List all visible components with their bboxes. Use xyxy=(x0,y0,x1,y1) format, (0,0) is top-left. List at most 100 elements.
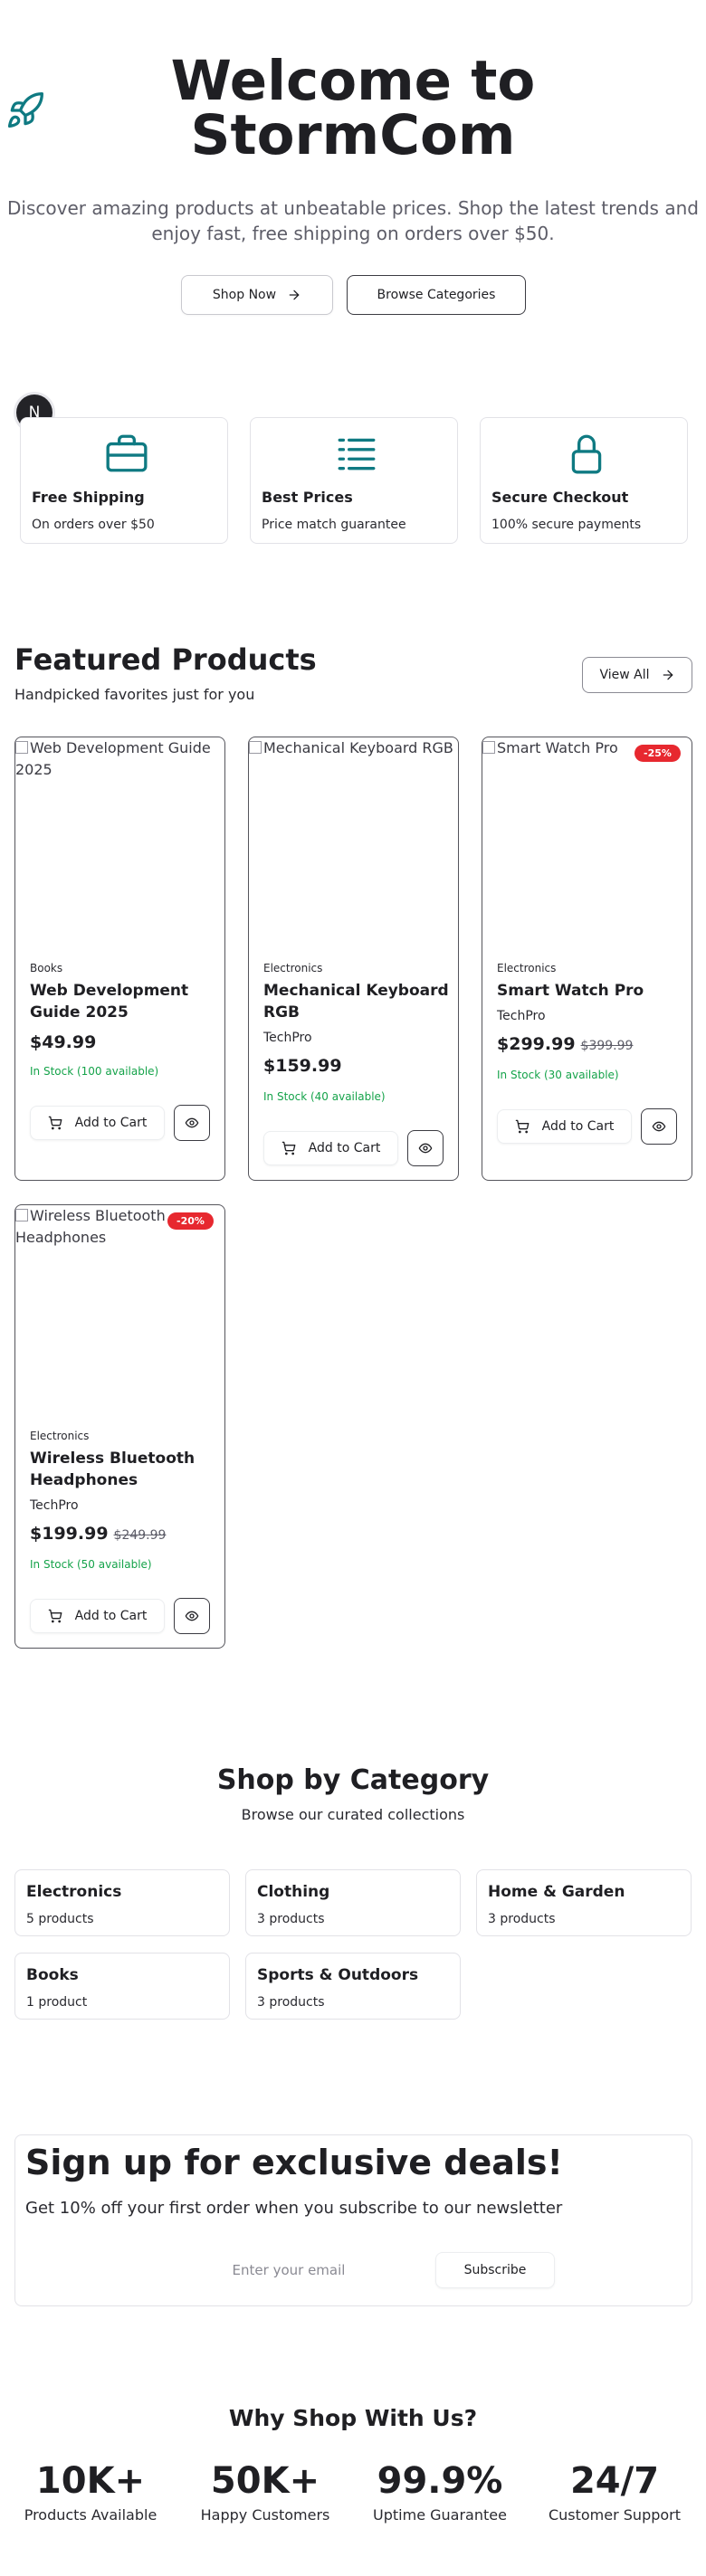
product-card[interactable]: Smart Watch Pro -25% Electronics Smart W… xyxy=(482,737,692,1181)
eye-icon xyxy=(185,1609,199,1623)
product-card[interactable]: Mechanical Keyboard RGB Electronics Mech… xyxy=(248,737,459,1181)
product-image[interactable]: Mechanical Keyboard RGB xyxy=(249,737,458,759)
shop-now-button[interactable]: Shop Now xyxy=(181,275,333,315)
original-price: $249.99 xyxy=(113,1528,167,1543)
hero-title: Welcome to StormCom xyxy=(170,49,536,167)
list-icon xyxy=(332,431,381,476)
stat-label: Customer Support xyxy=(548,2506,682,2524)
why-title: Why Shop With Us? xyxy=(228,2405,478,2431)
arrow-right-icon xyxy=(661,668,675,682)
arrow-right-icon xyxy=(287,288,301,302)
categories-title: Shop by Category xyxy=(216,1764,490,1796)
product-price: $299.99 $399.99 xyxy=(497,1034,634,1054)
add-to-cart-button[interactable]: Add to Cart xyxy=(30,1599,165,1633)
product-category: Electronics xyxy=(497,962,557,974)
quick-view-button[interactable] xyxy=(174,1105,210,1141)
stock-status: In Stock (50 available) xyxy=(30,1558,152,1571)
eye-icon xyxy=(652,1119,666,1134)
category-card-home-garden[interactable]: Home & Garden 3 products xyxy=(476,1869,692,1936)
category-count: 3 products xyxy=(488,1912,556,1926)
category-name: Sports & Outdoors xyxy=(257,1966,419,1984)
product-brand: TechPro xyxy=(497,1009,546,1023)
stat-label: Products Available xyxy=(24,2506,157,2524)
subscribe-button[interactable]: Subscribe xyxy=(435,2252,555,2288)
product-card[interactable]: Wireless Bluetooth Headphones -20% Elect… xyxy=(14,1204,225,1649)
category-count: 3 products xyxy=(257,1912,325,1926)
stat-label: Happy Customers xyxy=(200,2506,330,2524)
feature-card-shipping: Free Shipping On orders over $50 xyxy=(20,417,228,544)
product-category: Books xyxy=(30,962,63,974)
stat-uptime: 99.9% Uptime Guarantee xyxy=(354,2459,526,2524)
category-name: Home & Garden xyxy=(488,1883,625,1901)
product-card[interactable]: Web Development Guide 2025 Books Web Dev… xyxy=(14,737,225,1181)
discount-badge: -20% xyxy=(167,1212,214,1230)
view-all-label: View All xyxy=(599,668,650,682)
product-name[interactable]: Wireless Bluetooth Headphones xyxy=(30,1448,215,1491)
category-count: 5 products xyxy=(26,1912,94,1926)
discount-badge: -25% xyxy=(634,745,681,762)
browse-categories-button[interactable]: Browse Categories xyxy=(347,275,526,315)
quick-view-button[interactable] xyxy=(407,1130,444,1166)
feature-subtitle: Price match guarantee xyxy=(262,518,406,532)
stock-status: In Stock (40 available) xyxy=(263,1090,386,1103)
product-brand: TechPro xyxy=(30,1498,79,1513)
product-name[interactable]: Web Development Guide 2025 xyxy=(30,980,215,1023)
cart-icon xyxy=(281,1141,296,1155)
stat-label: Uptime Guarantee xyxy=(373,2506,507,2524)
product-name[interactable]: Smart Watch Pro xyxy=(497,980,682,1002)
eye-icon xyxy=(185,1116,199,1130)
feature-title: Best Prices xyxy=(262,489,353,506)
add-to-cart-button[interactable]: Add to Cart xyxy=(263,1131,398,1165)
original-price: $399.99 xyxy=(580,1039,634,1053)
quick-view-button[interactable] xyxy=(641,1108,677,1145)
cart-icon xyxy=(48,1116,62,1130)
product-name[interactable]: Mechanical Keyboard RGB xyxy=(263,980,449,1023)
shop-now-label: Shop Now xyxy=(212,288,277,302)
hero-subtitle: Discover amazing products at unbeatable … xyxy=(7,197,699,244)
categories-subtitle: Browse our curated collections xyxy=(241,1806,465,1823)
browse-categories-label: Browse Categories xyxy=(377,288,496,302)
product-price: $159.99 xyxy=(263,1056,342,1076)
eye-icon xyxy=(418,1141,433,1155)
add-to-cart-label: Add to Cart xyxy=(308,1141,381,1155)
add-to-cart-label: Add to Cart xyxy=(74,1116,148,1130)
email-input[interactable] xyxy=(145,2250,433,2290)
view-all-button[interactable]: View All xyxy=(582,657,692,693)
product-category: Electronics xyxy=(30,1430,90,1442)
product-price: $49.99 xyxy=(30,1032,97,1052)
product-category: Electronics xyxy=(263,962,323,974)
feature-subtitle: On orders over $50 xyxy=(32,518,155,532)
newsletter-subtitle: Get 10% off your first order when you su… xyxy=(25,2199,563,2218)
stat-products: 10K+ Products Available xyxy=(5,2459,176,2524)
feature-title: Secure Checkout xyxy=(491,489,629,506)
category-name: Clothing xyxy=(257,1883,330,1901)
feature-subtitle: 100% secure payments xyxy=(491,518,642,532)
lock-icon xyxy=(562,431,611,476)
quick-view-button[interactable] xyxy=(174,1598,210,1634)
product-price: $199.99 $249.99 xyxy=(30,1524,167,1544)
category-card-electronics[interactable]: Electronics 5 products xyxy=(14,1869,230,1936)
stat-value: 10K+ xyxy=(35,2460,146,2502)
category-count: 1 product xyxy=(26,1995,88,2010)
cart-icon xyxy=(48,1609,62,1623)
category-count: 3 products xyxy=(257,1995,325,2010)
feature-title: Free Shipping xyxy=(32,489,145,506)
featured-title: Featured Products xyxy=(14,642,317,677)
category-name: Electronics xyxy=(26,1883,122,1901)
add-to-cart-button[interactable]: Add to Cart xyxy=(497,1109,632,1144)
category-card-clothing[interactable]: Clothing 3 products xyxy=(245,1869,461,1936)
category-card-books[interactable]: Books 1 product xyxy=(14,1953,230,2020)
feature-card-prices: Best Prices Price match guarantee xyxy=(250,417,458,544)
stock-status: In Stock (100 available) xyxy=(30,1065,159,1078)
add-to-cart-label: Add to Cart xyxy=(541,1119,615,1134)
cart-icon xyxy=(515,1119,530,1134)
stat-value: 24/7 xyxy=(569,2460,660,2502)
product-brand: TechPro xyxy=(263,1031,312,1045)
add-to-cart-button[interactable]: Add to Cart xyxy=(30,1106,165,1140)
add-to-cart-label: Add to Cart xyxy=(74,1609,148,1623)
category-card-sports-outdoors[interactable]: Sports & Outdoors 3 products xyxy=(245,1953,461,2020)
stat-value: 99.9% xyxy=(377,2460,503,2502)
product-image[interactable]: Web Development Guide 2025 xyxy=(15,737,224,781)
featured-subtitle: Handpicked favorites just for you xyxy=(14,686,255,703)
briefcase-icon xyxy=(102,431,151,476)
